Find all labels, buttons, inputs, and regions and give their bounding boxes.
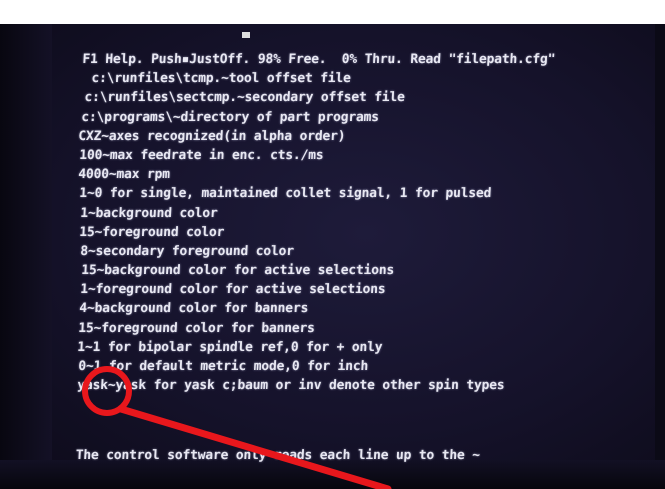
pointer-arrow	[117, 405, 392, 489]
photo-of-monitor: F1 Help. Push▪JustOff. 98% Free. 0% Thru…	[0, 0, 665, 489]
red-annotation-overlay	[82, 366, 392, 489]
